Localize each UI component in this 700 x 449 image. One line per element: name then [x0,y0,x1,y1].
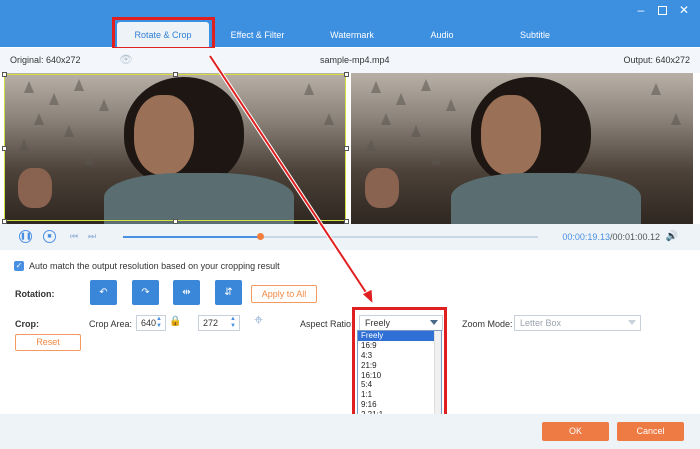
ok-button[interactable]: OK [542,422,609,441]
cancel-button[interactable]: Cancel [617,422,684,441]
annotation-arrow [208,54,374,306]
footer-bar: OK Cancel [0,414,700,449]
